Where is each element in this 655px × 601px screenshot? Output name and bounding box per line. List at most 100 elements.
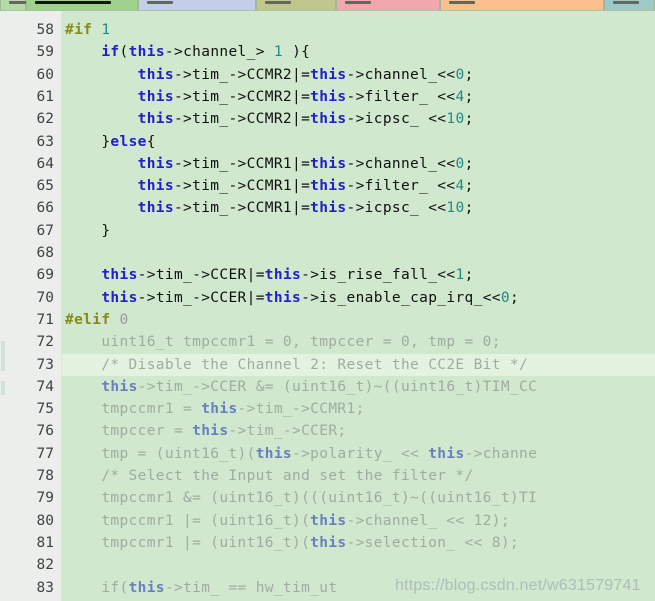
code-line[interactable]: tmp = (uint16_t)(this->polarity_ << this… xyxy=(65,443,537,465)
tab-item[interactable] xyxy=(138,0,256,10)
line-number[interactable]: 59 xyxy=(6,41,54,63)
line-number[interactable]: 61 xyxy=(6,86,54,108)
line-number[interactable]: 83 xyxy=(6,577,54,599)
line-number[interactable]: 63 xyxy=(6,131,54,153)
code-token: ; xyxy=(464,267,474,284)
code-token: this xyxy=(137,178,174,195)
tab-label xyxy=(613,1,639,4)
code-token: this xyxy=(192,423,229,440)
code-token: if xyxy=(101,44,120,61)
code-token: ->channel_<< xyxy=(346,66,456,83)
tab-item[interactable] xyxy=(256,0,336,10)
code-line[interactable]: tmpccmr1 &= (uint16_t)(((uint16_t)~((uin… xyxy=(65,487,537,509)
code-token: 1 xyxy=(273,44,283,61)
code-line[interactable]: this->tim_->CCMR1|=this->icpsc_ <<10; xyxy=(65,197,474,219)
tab-strip[interactable] xyxy=(0,0,655,11)
code-token: ->tim_->CCMR1|= xyxy=(173,178,311,195)
code-line[interactable]: #elif 0 xyxy=(65,309,129,331)
line-number[interactable]: 78 xyxy=(6,465,54,487)
code-line[interactable]: this->tim_->CCMR2|=this->icpsc_ <<10; xyxy=(65,108,474,130)
code-token: this xyxy=(137,111,174,128)
line-number[interactable]: 62 xyxy=(6,108,54,130)
line-number[interactable]: 64 xyxy=(6,153,54,175)
code-token: ->tim_ == hw_tim_ut xyxy=(164,579,338,596)
line-number[interactable]: 69 xyxy=(6,264,54,286)
tab-label xyxy=(345,1,371,4)
tab-item[interactable] xyxy=(604,0,655,10)
code-token: #elif xyxy=(65,311,111,328)
code-line[interactable]: this->tim_->CCMR2|=this->filter_ <<4; xyxy=(65,86,474,108)
code-token: this xyxy=(310,155,347,172)
code-editor[interactable]: 58 59 60 61 62 63 64 65 66 67 68 69 70 71 72 73 74 75 76 77… xyxy=(0,11,655,601)
line-number[interactable]: 77 xyxy=(6,443,54,465)
line-number[interactable]: 74 xyxy=(6,376,54,398)
tab-item[interactable] xyxy=(0,0,35,10)
tab-item[interactable] xyxy=(336,0,440,10)
code-token: ->tim_->CCMR2|= xyxy=(173,66,311,83)
line-number[interactable]: 66 xyxy=(6,197,54,219)
code-line[interactable]: tmpccer = this->tim_->CCER; xyxy=(65,420,347,442)
code-line[interactable]: } xyxy=(65,220,110,242)
code-token: this xyxy=(137,88,174,105)
code-token: this xyxy=(310,200,347,217)
code-token: this xyxy=(264,267,302,284)
code-token: 0 xyxy=(455,155,465,172)
code-token: this xyxy=(201,401,238,418)
code-token: ; xyxy=(464,155,474,172)
code-line[interactable]: tmpccmr1 = this->tim_->CCMR1; xyxy=(65,398,365,420)
tab-item[interactable] xyxy=(440,0,604,10)
code-line[interactable]: tmpccmr1 |= (uint16_t)(this->selection_ … xyxy=(65,532,519,554)
line-number[interactable]: 80 xyxy=(6,510,54,532)
code-token: ->tim_->CCMR1|= xyxy=(173,200,311,217)
code-token: /* Disable the Channel 2: Reset the CC2E… xyxy=(65,356,529,373)
tab-label xyxy=(449,1,475,4)
code-token: ; xyxy=(464,200,474,217)
code-line[interactable]: this->tim_->CCMR1|=this->filter_ <<4; xyxy=(65,175,474,197)
code-token: ->polarity_ << xyxy=(292,445,429,462)
code-line[interactable]: this->tim_->CCER &= (uint16_t)~((uint16_… xyxy=(65,376,537,398)
code-line[interactable]: if(this->channel_> 1 ){ xyxy=(65,41,310,63)
line-number[interactable]: 82 xyxy=(6,554,54,576)
code-line[interactable]: /* Disable the Channel 2: Reset the CC2E… xyxy=(65,354,528,376)
code-token: { xyxy=(146,133,156,150)
code-token: this xyxy=(128,579,165,596)
line-number-gutter[interactable]: 58 59 60 61 62 63 64 65 66 67 68 69 70 71 72 73 74 75 76 77… xyxy=(6,11,62,601)
code-line[interactable]: }else{ xyxy=(65,131,156,153)
code-token: ; xyxy=(464,178,474,195)
code-line[interactable]: this->tim_->CCMR1|=this->channel_<<0; xyxy=(65,153,474,175)
code-surface[interactable]: #if 1 if(this->channel_> 1 ){ this->tim_… xyxy=(62,11,655,601)
code-token: this xyxy=(428,445,465,462)
line-number[interactable]: 65 xyxy=(6,175,54,197)
line-number[interactable]: 60 xyxy=(6,64,54,86)
line-number[interactable]: 58 xyxy=(6,19,54,41)
line-number[interactable]: 76 xyxy=(6,420,54,442)
code-token: this xyxy=(101,267,138,284)
line-number[interactable]: 72 xyxy=(6,331,54,353)
code-line[interactable]: tmpccmr1 |= (uint16_t)(this->channel_ <<… xyxy=(65,510,510,532)
code-token: 0 xyxy=(119,311,129,328)
line-number[interactable]: 71 xyxy=(6,309,54,331)
code-token: 0 xyxy=(500,289,510,306)
code-line[interactable]: this->tim_->CCMR2|=this->channel_<<0; xyxy=(65,64,474,86)
code-line[interactable]: #if 1 xyxy=(65,19,110,41)
line-number[interactable]: 73 xyxy=(6,354,54,376)
code-line[interactable]: /* Select the Input and set the filter *… xyxy=(65,465,474,487)
line-number[interactable]: 79 xyxy=(6,487,54,509)
code-token: ->is_enable_cap_irq_<< xyxy=(301,289,501,306)
tab-label xyxy=(265,1,291,4)
line-number[interactable]: 68 xyxy=(6,242,54,264)
line-number[interactable]: 81 xyxy=(6,532,54,554)
code-token: ->channel_> xyxy=(164,44,274,61)
line-number[interactable]: 70 xyxy=(6,287,54,309)
tab-item[interactable] xyxy=(26,0,138,10)
code-line[interactable]: uint16_t tmpccmr1 = 0, tmpccer = 0, tmp … xyxy=(65,331,501,353)
code-line[interactable]: if(this->tim_ == hw_tim_ut xyxy=(65,577,337,599)
code-line[interactable]: this->tim_->CCER|=this->is_enable_cap_ir… xyxy=(65,287,519,309)
code-token: this xyxy=(310,88,347,105)
code-line[interactable]: this->tim_->CCER|=this->is_rise_fall_<<1… xyxy=(65,264,474,286)
line-number[interactable]: 75 xyxy=(6,398,54,420)
line-number[interactable]: 67 xyxy=(6,220,54,242)
